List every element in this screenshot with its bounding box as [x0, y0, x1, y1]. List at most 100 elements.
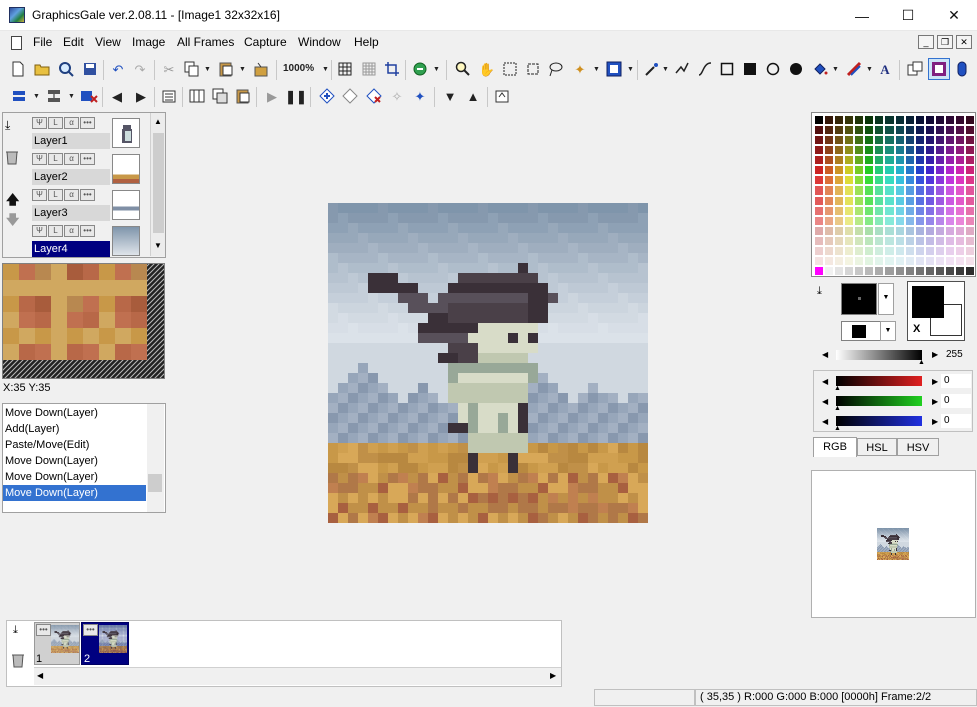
frames-scrollbar[interactable]: ◀ ▶: [34, 667, 561, 685]
palette-swatch[interactable]: [874, 125, 885, 136]
palette-swatch[interactable]: [914, 265, 925, 276]
layer-item[interactable]: Ψ L α ••• Layer3: [32, 189, 142, 223]
green-decrease-icon[interactable]: ◀: [822, 397, 828, 406]
palette-swatch[interactable]: [824, 115, 835, 126]
palette-swatch[interactable]: [864, 205, 875, 216]
palette-swatch[interactable]: [824, 255, 835, 266]
palette-swatch[interactable]: [944, 155, 955, 166]
blue-increase-icon[interactable]: ▶: [932, 417, 938, 426]
frame-import-button[interactable]: ⤓: [13, 624, 18, 637]
foreground-dropdown[interactable]: ▼: [878, 283, 894, 315]
palette-swatch[interactable]: [944, 145, 955, 156]
frame-copy-button[interactable]: [209, 85, 231, 107]
palette-swatch[interactable]: [934, 205, 945, 216]
blue-value[interactable]: 0: [941, 414, 971, 428]
palette-swatch[interactable]: [924, 165, 935, 176]
palette-swatch[interactable]: [944, 265, 955, 276]
palette-swatch[interactable]: [964, 205, 975, 216]
palette-swatch[interactable]: [814, 155, 825, 166]
frame-star-add-button[interactable]: ✦: [409, 85, 431, 107]
palette-swatch[interactable]: [834, 225, 845, 236]
palette-swatch[interactable]: [924, 235, 935, 246]
palette-swatch[interactable]: [874, 225, 885, 236]
layer-import-button[interactable]: ⤓: [5, 118, 10, 133]
palette-swatch[interactable]: [954, 135, 965, 146]
palette-swatch[interactable]: [844, 115, 855, 126]
palette-swatch[interactable]: [954, 125, 965, 136]
layer-item-selected[interactable]: Ψ L α ••• Layer4: [32, 225, 142, 259]
palette-swatch[interactable]: [904, 195, 915, 206]
filled-rectangle-button[interactable]: [739, 58, 761, 80]
palette-swatch[interactable]: [894, 115, 905, 126]
palette-swatch[interactable]: [814, 265, 825, 276]
palette-swatch[interactable]: [904, 205, 915, 216]
pixel-grid-button[interactable]: [358, 58, 380, 80]
palette-swatch[interactable]: [914, 145, 925, 156]
palette-swatch[interactable]: [904, 245, 915, 256]
palette-swatch[interactable]: [914, 115, 925, 126]
palette-swatch[interactable]: [824, 265, 835, 276]
palette-swatch[interactable]: [884, 115, 895, 126]
palette-swatch[interactable]: [904, 185, 915, 196]
layer-effect-button[interactable]: [409, 58, 431, 80]
palette-swatch[interactable]: [904, 145, 915, 156]
history-item-selected[interactable]: Move Down(Layer): [3, 485, 146, 501]
palette-swatch[interactable]: [954, 245, 965, 256]
palette-swatch[interactable]: [964, 145, 975, 156]
palette-swatch[interactable]: [934, 165, 945, 176]
palette-swatch[interactable]: [864, 145, 875, 156]
magic-wand-button[interactable]: ✦: [569, 58, 591, 80]
red-value[interactable]: 0: [941, 374, 971, 388]
slider-thumb-icon[interactable]: ▲: [918, 359, 925, 366]
pen-button[interactable]: [641, 58, 663, 80]
palette-swatch[interactable]: [834, 185, 845, 196]
select-mode-button[interactable]: [603, 58, 625, 80]
grid-button[interactable]: [334, 58, 356, 80]
palette-swatch[interactable]: [964, 195, 975, 206]
palette-swatch[interactable]: [944, 235, 955, 246]
palette-swatch[interactable]: [854, 245, 865, 256]
copy-dropdown-icon[interactable]: ▼: [204, 66, 211, 73]
palette-swatch[interactable]: [964, 175, 975, 186]
palette-swatch[interactable]: [944, 125, 955, 136]
palette-swatch[interactable]: [854, 225, 865, 236]
frame-more-icon[interactable]: •••: [83, 624, 98, 636]
palette-swatch[interactable]: [954, 155, 965, 166]
scroll-right-icon[interactable]: ▶: [550, 671, 556, 680]
palette-swatch[interactable]: [904, 165, 915, 176]
menu-file[interactable]: File: [33, 35, 52, 49]
palette-swatch[interactable]: [894, 175, 905, 186]
palette-swatch[interactable]: [824, 215, 835, 226]
palette-swatch[interactable]: [904, 175, 915, 186]
palette-swatch[interactable]: [954, 215, 965, 226]
palette-swatch[interactable]: [884, 255, 895, 266]
palette-swatch[interactable]: [894, 265, 905, 276]
mdi-restore-button[interactable]: ❐: [937, 35, 953, 49]
tab-hsv[interactable]: HSV: [897, 438, 939, 456]
tile-preview[interactable]: [2, 263, 165, 379]
palette-swatch[interactable]: [924, 145, 935, 156]
palette-swatch[interactable]: [944, 195, 955, 206]
green-value[interactable]: 0: [941, 394, 971, 408]
palette-swatch[interactable]: [824, 225, 835, 236]
palette-swatch[interactable]: [844, 175, 855, 186]
frame-star-button[interactable]: ✧: [386, 85, 408, 107]
palette-swatch[interactable]: [914, 165, 925, 176]
palette-swatch[interactable]: [844, 225, 855, 236]
palette-swatch[interactable]: [954, 255, 965, 266]
palette-swatch[interactable]: [924, 265, 935, 276]
palette-swatch[interactable]: [814, 165, 825, 176]
palette-swatch[interactable]: [824, 165, 835, 176]
curve-tool-button[interactable]: [694, 58, 716, 80]
palette-swatch[interactable]: [924, 205, 935, 216]
palette-swatch[interactable]: [874, 235, 885, 246]
palette-swatch[interactable]: [884, 135, 895, 146]
layer-delete-button[interactable]: [78, 85, 100, 107]
palette-swatch[interactable]: [934, 125, 945, 136]
palette-swatch[interactable]: [914, 245, 925, 256]
palette-swatch[interactable]: [894, 155, 905, 166]
palette-swatch[interactable]: [864, 225, 875, 236]
pause-button[interactable]: ❚❚: [285, 85, 307, 107]
palette-swatch[interactable]: [874, 245, 885, 256]
palette-swatch[interactable]: [844, 265, 855, 276]
